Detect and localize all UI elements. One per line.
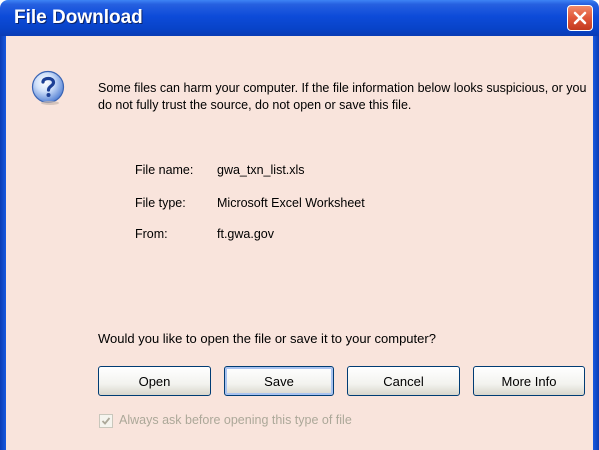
download-question: Would you like to open the file or save … xyxy=(98,331,436,346)
close-icon xyxy=(573,11,587,25)
more-info-button[interactable]: More Info xyxy=(473,366,585,396)
window-frame-right xyxy=(593,36,599,450)
from-label: From: xyxy=(135,227,168,241)
checkmark-icon xyxy=(101,417,111,425)
save-button[interactable]: Save xyxy=(224,366,334,396)
warning-message: Some files can harm your computer. If th… xyxy=(98,81,587,112)
file-type-label: File type: xyxy=(135,196,186,210)
always-ask-label: Always ask before opening this type of f… xyxy=(119,413,352,427)
cancel-button[interactable]: Cancel xyxy=(347,366,460,396)
file-type-value: Microsoft Excel Worksheet xyxy=(217,196,365,210)
question-icon xyxy=(31,70,65,105)
file-name-value: gwa_txn_list.xls xyxy=(217,163,305,177)
title-bar[interactable]: File Download xyxy=(0,0,599,36)
dialog-title: File Download xyxy=(14,7,143,28)
from-value: ft.gwa.gov xyxy=(217,227,274,241)
file-download-dialog: File Download Some files can harm your c… xyxy=(0,0,599,450)
always-ask-checkbox[interactable] xyxy=(99,414,113,428)
close-button[interactable] xyxy=(567,5,593,31)
file-name-label: File name: xyxy=(135,163,194,177)
open-button[interactable]: Open xyxy=(98,366,211,396)
